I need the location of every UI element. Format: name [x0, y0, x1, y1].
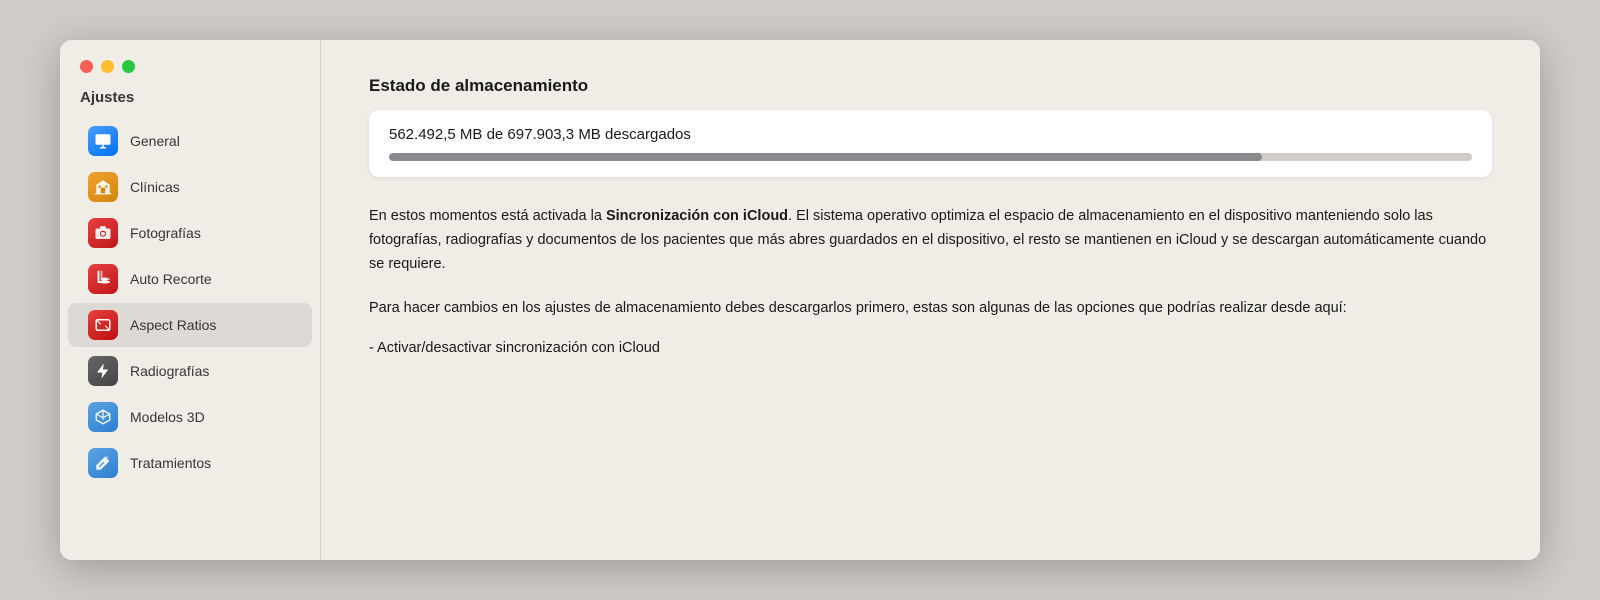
main-content-area: Estado de almacenamiento 562.492,5 MB de…	[321, 40, 1540, 560]
option-icloud-sync: - Activar/desactivar sincronización con …	[369, 337, 1492, 361]
sidebar-title: Ajustes	[60, 89, 320, 118]
minimize-button[interactable]	[101, 60, 114, 73]
sidebar-label-general: General	[130, 133, 180, 149]
modelos3d-icon	[88, 402, 118, 432]
progress-bar-track	[389, 153, 1472, 161]
sidebar-label-fotografias: Fotografías	[130, 225, 201, 241]
sidebar-label-modelos3d: Modelos 3D	[130, 409, 205, 425]
progress-bar-fill	[389, 153, 1262, 161]
close-button[interactable]	[80, 60, 93, 73]
titlebar	[60, 60, 320, 89]
sidebar-item-clinicas[interactable]: Clínicas	[68, 165, 312, 209]
sidebar-item-radiografias[interactable]: Radiografías	[68, 349, 312, 393]
description-icloud: En estos momentos está activada la Sincr…	[369, 205, 1492, 277]
sidebar-item-modelos3d[interactable]: Modelos 3D	[68, 395, 312, 439]
maximize-button[interactable]	[122, 60, 135, 73]
section-title: Estado de almacenamiento	[369, 76, 1492, 96]
storage-box: 562.492,5 MB de 697.903,3 MB descargados	[369, 110, 1492, 177]
sidebar-item-tratamientos[interactable]: Tratamientos	[68, 441, 312, 485]
fotografias-icon	[88, 218, 118, 248]
sidebar-item-autorecorte[interactable]: Auto Recorte	[68, 257, 312, 301]
sidebar-item-aspectratios[interactable]: Aspect Ratios	[68, 303, 312, 347]
sidebar: Ajustes General Clínicas Fotografías	[60, 40, 320, 560]
storage-label: 562.492,5 MB de 697.903,3 MB descargados	[389, 126, 1472, 143]
sidebar-label-clinicas: Clínicas	[130, 179, 180, 195]
sidebar-item-fotografias[interactable]: Fotografías	[68, 211, 312, 255]
general-icon	[88, 126, 118, 156]
sidebar-label-tratamientos: Tratamientos	[130, 455, 211, 471]
sidebar-item-general[interactable]: General	[68, 119, 312, 163]
description-changes: Para hacer cambios en los ajustes de alm…	[369, 297, 1492, 321]
tratamientos-icon	[88, 448, 118, 478]
main-window: Ajustes General Clínicas Fotografías	[60, 40, 1540, 560]
sidebar-label-aspectratios: Aspect Ratios	[130, 317, 216, 333]
autorecorte-icon	[88, 264, 118, 294]
aspectratios-icon	[88, 310, 118, 340]
sidebar-label-radiografias: Radiografías	[130, 363, 209, 379]
sidebar-label-autorecorte: Auto Recorte	[130, 271, 212, 287]
radiografias-icon	[88, 356, 118, 386]
clinicas-icon	[88, 172, 118, 202]
